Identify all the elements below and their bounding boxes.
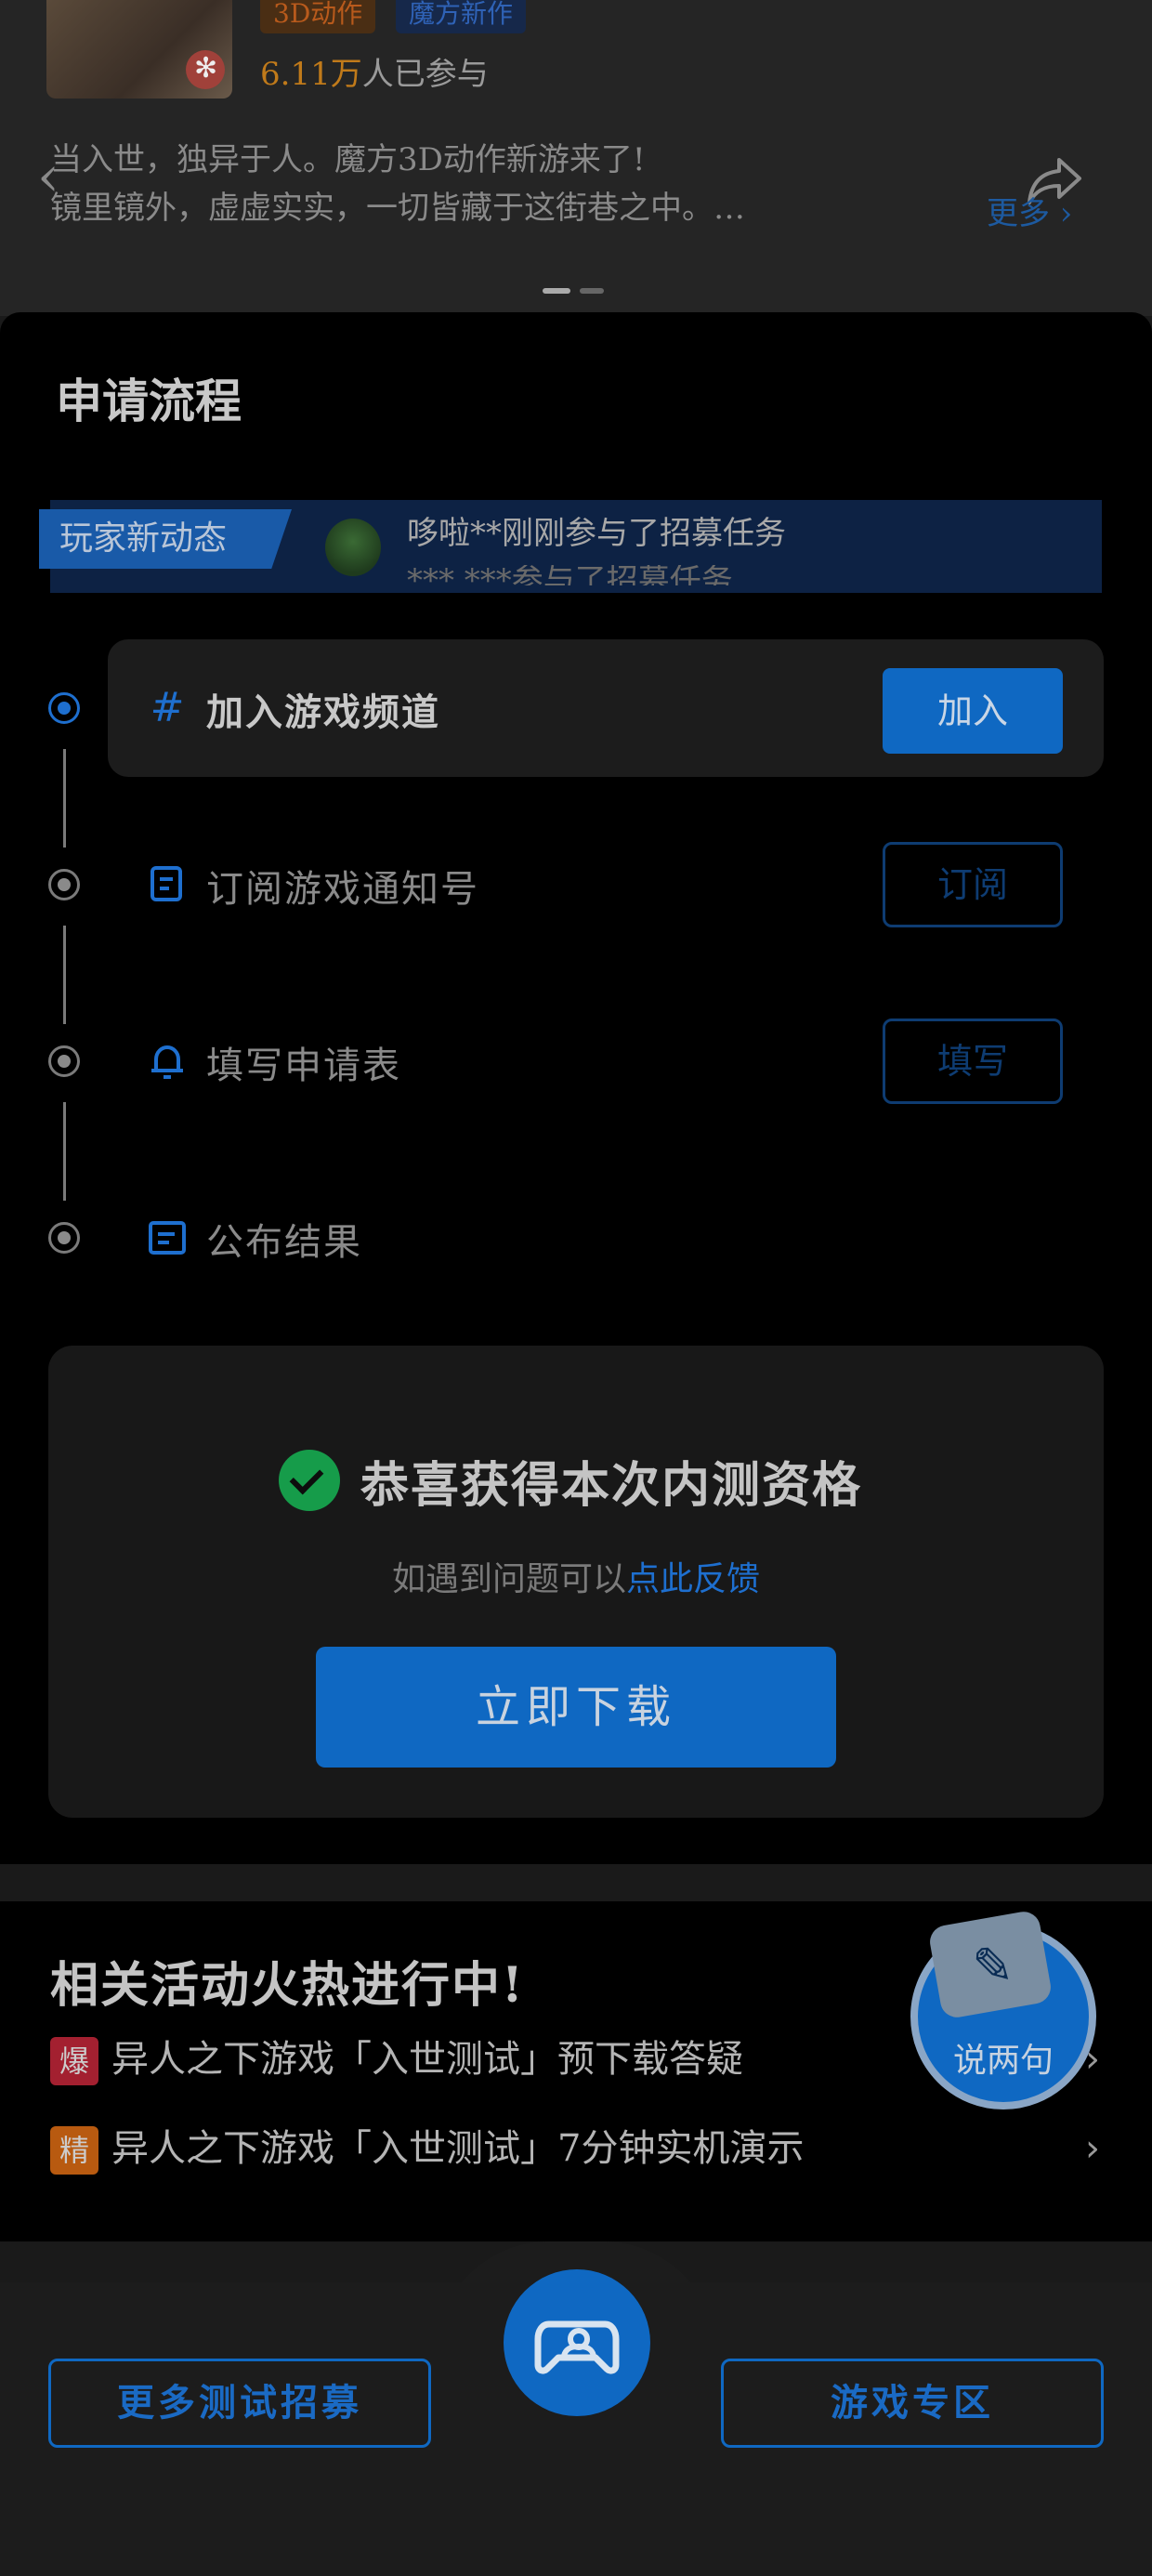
hot-badge: 爆 xyxy=(50,2037,98,2085)
step-dot xyxy=(48,1045,80,1077)
feed-text: 哆啦**刚刚参与了招募任务 xyxy=(407,515,786,552)
pencil-icon: ✎ xyxy=(972,1937,1015,1995)
game-cover-image xyxy=(46,0,232,99)
step-label-subscribe: 订阅游戏通知号 xyxy=(206,868,479,911)
chevron-left-icon[interactable]: ‹ xyxy=(37,149,59,204)
check-circle-icon xyxy=(279,1450,340,1511)
flower-icon xyxy=(186,50,225,89)
gamepad-icon xyxy=(534,2320,620,2374)
description-line-2: 镜里镜外，虚虚实实，一切皆藏于这街巷之中。… xyxy=(50,190,745,227)
timeline-line xyxy=(63,926,66,1024)
best-badge: 精 xyxy=(50,2126,98,2175)
description-line-1: 当入世，独异于人。魔方3D动作新游来了! xyxy=(50,141,646,178)
game-header: 3D动作 魔方新作 6.11万人已参与 当入世，独异于人。魔方3D动作新游来了!… xyxy=(0,0,1152,316)
step-label-result: 公布结果 xyxy=(206,1221,362,1264)
activity-title: 异人之下游戏「入世测试」预下载答疑 xyxy=(111,2038,743,2081)
feedback-link[interactable]: 点此反馈 xyxy=(626,1560,760,1598)
feedback-hint-text: 如遇到问题可以 xyxy=(391,1560,626,1598)
more-recruitment-button[interactable]: 更多测试招募 xyxy=(48,2359,431,2448)
participants-number: 6.11万 xyxy=(260,56,362,93)
player-feed-banner: 玩家新动态 哆啦**刚刚参与了招募任务 *** ***参与了招募任务 xyxy=(39,500,1102,593)
carousel-indicator xyxy=(543,288,613,306)
participants-suffix: 人已参与 xyxy=(361,56,489,93)
join-button[interactable]: 加入 xyxy=(883,668,1063,754)
feedback-hint: 如遇到问题可以点此反馈 xyxy=(48,1552,1104,1600)
step-label-fill-form: 填写申请表 xyxy=(206,1045,401,1087)
list-icon xyxy=(149,1221,186,1255)
participants-count: 6.11万人已参与 xyxy=(260,48,489,94)
feed-avatar xyxy=(325,519,381,576)
genre-tag: 3D动作 xyxy=(260,0,376,33)
activity-item[interactable]: 精 异人之下游戏「入世测试」7分钟实机演示 › xyxy=(50,2123,1100,2175)
notice-icon xyxy=(151,866,182,901)
comment-float-button[interactable]: ✎ 说两句 xyxy=(910,1909,1096,2109)
step-dot-active xyxy=(48,692,80,724)
gamepad-button[interactable] xyxy=(504,2269,650,2416)
feed-label: 玩家新动态 xyxy=(39,509,292,569)
application-process-panel: 申请流程 玩家新动态 哆啦**刚刚参与了招募任务 *** ***参与了招募任务 … xyxy=(0,312,1152,1864)
more-link[interactable]: 更多 › xyxy=(987,188,1072,233)
fill-form-button[interactable]: 填写 xyxy=(883,1019,1063,1104)
step-dot xyxy=(48,1222,80,1254)
result-title: 恭喜获得本次内测资格 xyxy=(360,1457,863,1514)
timeline-line xyxy=(63,1102,66,1201)
comment-label: 说两句 xyxy=(952,2042,1054,2080)
studio-tag: 魔方新作 xyxy=(396,0,527,33)
game-zone-button[interactable]: 游戏专区 xyxy=(721,2359,1104,2448)
subscribe-button[interactable]: 订阅 xyxy=(883,842,1063,927)
game-description: 当入世，独异于人。魔方3D动作新游来了! 镜里镜外，虚虚实实，一切皆藏于这街巷之… xyxy=(50,136,933,232)
hashtag-icon: # xyxy=(150,684,185,731)
carousel-dot xyxy=(580,288,604,294)
feed-text-next: *** ***参与了招募任务 xyxy=(407,565,733,585)
step-label-join-channel: 加入游戏频道 xyxy=(206,690,440,734)
step-dot xyxy=(48,869,80,900)
timeline-line xyxy=(63,749,66,848)
chevron-right-icon: › xyxy=(1085,2127,1100,2170)
result-card: 恭喜获得本次内测资格 如遇到问题可以点此反馈 立即下载 xyxy=(48,1346,1104,1818)
carousel-dot-active xyxy=(543,288,570,294)
activities-title: 相关活动火热进行中! xyxy=(50,1957,525,2014)
activity-title: 异人之下游戏「入世测试」7分钟实机演示 xyxy=(111,2127,805,2170)
bell-icon xyxy=(151,1045,183,1079)
download-button[interactable]: 立即下载 xyxy=(316,1647,836,1768)
process-title: 申请流程 xyxy=(56,374,242,428)
